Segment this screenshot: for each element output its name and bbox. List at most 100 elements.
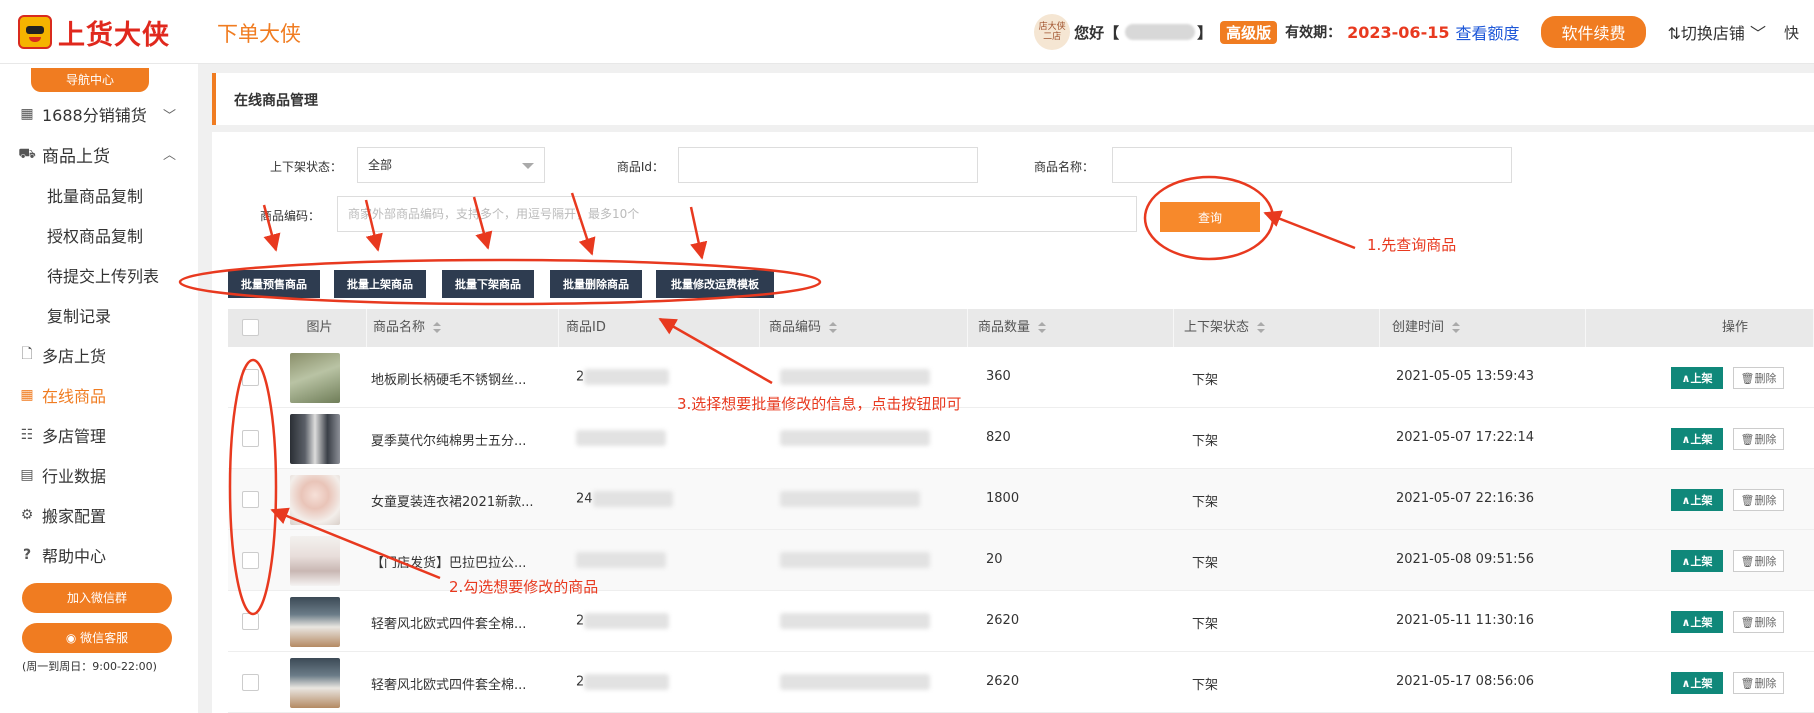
product-name[interactable]: 女童夏装连衣裙2021新款...	[371, 491, 533, 510]
row-checkbox[interactable]	[242, 491, 259, 508]
delete-button[interactable]: 🗑删除	[1733, 672, 1784, 694]
gear-icon: ⚙	[20, 507, 34, 523]
product-thumbnail[interactable]	[290, 658, 340, 708]
batch-edit-shipping-template-button[interactable]: 批量修改运费模板	[656, 270, 774, 298]
product-name[interactable]: 轻奢风北欧式四件套全棉...	[371, 674, 526, 693]
status-filter-select[interactable]: 全部	[357, 147, 545, 183]
sidebar-sub-pending-upload[interactable]: 待提交上传列表	[47, 263, 159, 287]
sidebar-item-multi-store-upload[interactable]: 🗋 多店上货	[18, 343, 106, 367]
product-created-time: 2021-05-05 13:59:43	[1396, 369, 1535, 384]
sidebar-sub-copy-records[interactable]: 复制记录	[47, 303, 111, 327]
delete-button[interactable]: 🗑删除	[1733, 611, 1784, 633]
list-button[interactable]: ∧上架	[1671, 611, 1723, 633]
sidebar-sub-authorized-copy[interactable]: 授权商品复制	[47, 223, 143, 247]
list-button[interactable]: ∧上架	[1671, 550, 1723, 572]
sidebar-item-label: 帮助中心	[42, 547, 107, 566]
delete-button[interactable]: 🗑删除	[1733, 550, 1784, 572]
product-id-label: 商品Id：	[616, 160, 664, 174]
row-checkbox[interactable]	[242, 430, 259, 447]
renew-button[interactable]: 软件续费	[1541, 16, 1646, 48]
column-header-image: 图片	[273, 309, 367, 347]
product-thumbnail[interactable]	[290, 353, 340, 403]
batch-delist-button[interactable]: 批量下架商品	[442, 270, 534, 298]
column-header-quantity[interactable]: 商品数量	[968, 309, 1174, 347]
select-all-checkbox[interactable]	[242, 319, 259, 336]
product-thumbnail[interactable]	[290, 475, 340, 525]
product-name[interactable]: 地板刷长柄硬毛不锈钢丝...	[371, 369, 526, 388]
query-button[interactable]: 查询	[1160, 202, 1260, 232]
sidebar-item-help-center[interactable]: ? 帮助中心	[18, 543, 106, 567]
column-header-product-code[interactable]: 商品编码	[760, 309, 968, 347]
product-thumbnail[interactable]	[290, 536, 340, 586]
sidebar-item-1688-distribution[interactable]: ▦ 1688分销铺货	[18, 102, 146, 126]
delete-button[interactable]: 🗑删除	[1733, 367, 1784, 389]
row-checkbox[interactable]	[242, 552, 259, 569]
logo-text: 上货大侠	[58, 19, 170, 51]
masked-code	[780, 613, 930, 629]
question-icon: ?	[22, 547, 32, 563]
sidebar-item-label: 多店上货	[42, 347, 107, 366]
sidebar-item-industry-data[interactable]: ▤ 行业数据	[18, 463, 106, 487]
table-row: 女童夏装连衣裙2021新款... 24 1800 下架 2021-05-07 2…	[228, 469, 1814, 530]
product-id: 2	[576, 369, 670, 385]
sidebar-item-product-upload[interactable]: ⛟ 商品上货	[18, 142, 110, 168]
column-label: 上下架状态	[1184, 320, 1250, 335]
switch-store-dropdown[interactable]: ⇅切换店铺 ﹀	[1668, 20, 1767, 44]
sub-brand-link[interactable]: 下单大侠	[217, 18, 301, 48]
table-header: 图片 商品名称 商品ID 商品编码 商品数量 上下架状态 创建时间 操作	[228, 309, 1814, 347]
product-created-time: 2021-05-17 08:56:06	[1396, 674, 1535, 689]
product-thumbnail[interactable]	[290, 414, 340, 464]
view-quota-link[interactable]: 查看额度	[1455, 20, 1519, 44]
product-status: 下架	[1192, 617, 1219, 632]
list-button[interactable]: ∧上架	[1671, 428, 1723, 450]
sidebar-sub-batch-copy[interactable]: 批量商品复制	[47, 183, 143, 207]
sidebar-item-label: 搬家配置	[42, 507, 107, 526]
join-wechat-group-button[interactable]: 加入微信群	[22, 583, 172, 613]
wechat-service-button[interactable]: ◉ 微信客服	[22, 623, 172, 653]
masked-id	[576, 552, 666, 568]
quick-menu[interactable]: 快	[1784, 22, 1814, 43]
batch-presale-button[interactable]: 批量预售商品	[228, 270, 320, 298]
product-id-prefix: 24	[576, 491, 593, 507]
edition-badge: 高级版	[1220, 20, 1278, 44]
product-id-input[interactable]	[678, 147, 978, 183]
sidebar-item-online-products[interactable]: ▦ 在线商品	[18, 383, 106, 407]
product-thumbnail[interactable]	[290, 597, 340, 647]
product-code-input[interactable]	[337, 196, 1137, 232]
product-name[interactable]: 【门店发货】巴拉巴拉公...	[371, 552, 526, 571]
batch-list-button[interactable]: 批量上架商品	[334, 270, 426, 298]
column-header-status[interactable]: 上下架状态	[1174, 309, 1380, 347]
list-button[interactable]: ∧上架	[1671, 367, 1723, 389]
chevron-down-icon[interactable]: ﹀	[163, 105, 176, 124]
product-name[interactable]: 轻奢风北欧式四件套全棉...	[371, 613, 526, 632]
column-header-actions: 操作	[1586, 309, 1814, 347]
product-name-input[interactable]	[1112, 147, 1512, 183]
row-checkbox[interactable]	[242, 369, 259, 386]
product-code	[780, 613, 930, 629]
chevron-up-icon[interactable]: ︿	[163, 144, 176, 163]
list-button[interactable]: ∧上架	[1671, 672, 1723, 694]
column-header-created-time[interactable]: 创建时间	[1380, 309, 1586, 347]
product-quantity: 1800	[986, 491, 1020, 506]
greeting: 您好【	[1074, 23, 1120, 42]
list-button[interactable]: ∧上架	[1671, 489, 1723, 511]
masked-username	[1125, 24, 1196, 40]
masked-code	[780, 552, 930, 568]
logo[interactable]: 上货大侠	[18, 14, 170, 51]
delete-button[interactable]: 🗑删除	[1733, 489, 1784, 511]
masked-id	[576, 430, 666, 446]
sidebar-item-move-config[interactable]: ⚙ 搬家配置	[18, 503, 106, 527]
sidebar-item-multi-store-manage[interactable]: ☷ 多店管理	[18, 423, 106, 447]
row-checkbox[interactable]	[242, 613, 259, 630]
batch-delete-button[interactable]: 批量删除商品	[550, 270, 642, 298]
row-checkbox[interactable]	[242, 674, 259, 691]
product-name[interactable]: 夏季莫代尔纯棉男士五分...	[371, 430, 526, 449]
product-status: 下架	[1192, 373, 1219, 388]
delete-button[interactable]: 🗑删除	[1733, 428, 1784, 450]
column-header-product-name[interactable]: 商品名称	[367, 309, 559, 347]
mascot-icon	[18, 15, 52, 49]
product-code	[780, 491, 920, 507]
product-quantity: 360	[986, 369, 1011, 384]
nav-center-tab[interactable]: 导航中心	[31, 68, 149, 92]
status-filter-label: 上下架状态：	[269, 160, 342, 174]
